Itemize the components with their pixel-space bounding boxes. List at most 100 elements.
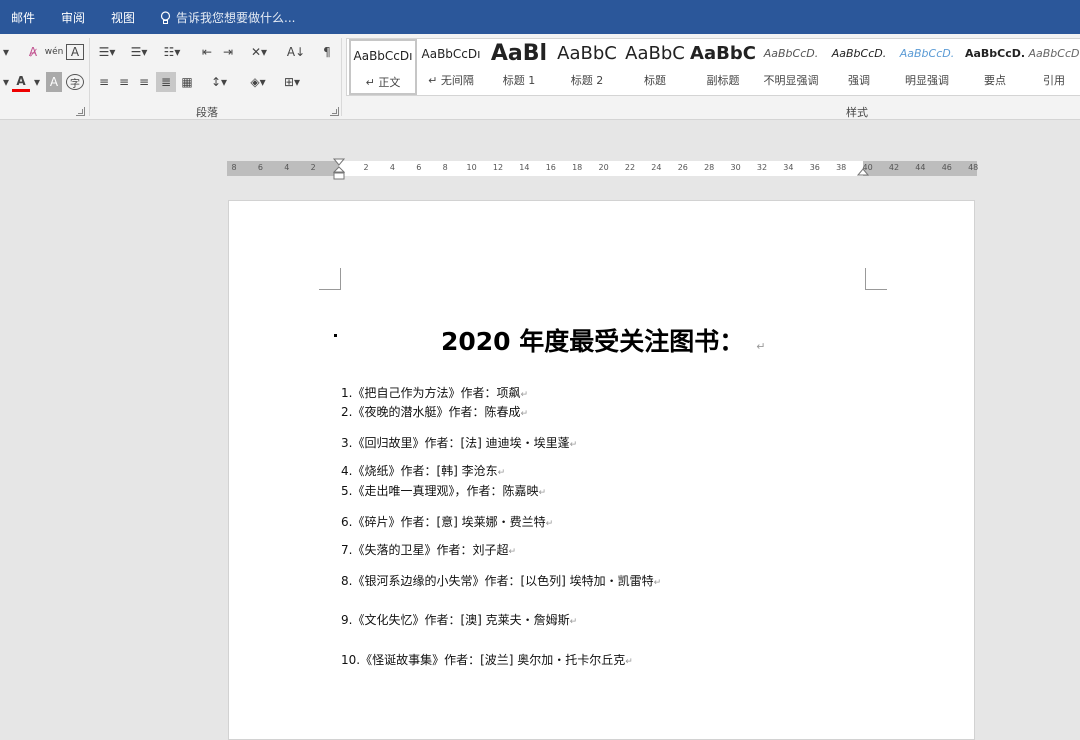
paragraph-format-mark <box>334 334 337 337</box>
list-item[interactable]: 5.《走出唯一真理观》，作者：陈嘉映↵ <box>341 482 546 499</box>
ruler-number: 46 <box>941 163 952 172</box>
style-strong[interactable]: AaBbCcD. 要点 <box>961 39 1029 95</box>
lightbulb-icon <box>160 10 171 24</box>
style-name: 引用 <box>1043 74 1065 87</box>
multilevel-list-icon[interactable]: ☷▾ <box>159 42 185 62</box>
ruler-number: 38 <box>836 163 847 172</box>
ruler-number: 2 <box>363 163 369 172</box>
ruler-number: 18 <box>572 163 583 172</box>
enclose-characters-icon[interactable]: 字 <box>66 74 84 90</box>
shading-icon[interactable]: ◈▾ <box>245 72 271 92</box>
style-sample: AaBbCcD <box>1028 47 1080 60</box>
document-page[interactable]: 2020 年度最受关注图书： ↵ 1.《把自己作为方法》作者：项飙↵ 2.《夜晚的… <box>228 200 975 740</box>
style-name: 不明显强调 <box>763 74 819 87</box>
style-sample: AaBbCcD. <box>899 47 955 60</box>
book-entry: 《碎片》作者：[意] 埃莱娜・费兰特 <box>352 515 546 529</box>
paragraph-mark-icon: ↵ <box>545 519 554 529</box>
bullets-icon[interactable]: ☰▾ <box>95 42 119 62</box>
tab-review[interactable]: 审阅 <box>61 9 85 26</box>
ruler-number: 2 <box>310 163 316 172</box>
style-sample: AaBbCcD. <box>964 47 1026 60</box>
list-item[interactable]: 9.《文化失忆》作者：[澳] 克莱夫・詹姆斯↵ <box>341 611 577 628</box>
ruler-number: 12 <box>492 163 504 172</box>
list-item[interactable]: 8.《银河系边缘的小失常》作者：[以色列] 埃特加・凯雷特↵ <box>341 572 661 589</box>
increase-indent-icon[interactable]: ⇥ <box>219 42 237 62</box>
list-item[interactable]: 10.《怪诞故事集》作者：[波兰] 奥尔加・托卡尔丘克↵ <box>341 651 633 668</box>
list-item[interactable]: 1.《把自己作为方法》作者：项飙↵ <box>341 384 528 401</box>
align-left-icon[interactable]: ≡ <box>95 72 113 92</box>
style-normal[interactable]: AaBbCcDı ↵ 正文 <box>349 39 417 95</box>
style-sample: AaBbC <box>690 43 756 64</box>
list-item[interactable]: 2.《夜晚的潜水艇》作者：陈春成↵ <box>341 403 528 420</box>
style-sample: AaBbCcDı <box>353 49 413 63</box>
list-number: 8. <box>341 574 353 588</box>
justify-icon[interactable]: ≣ <box>156 72 176 92</box>
style-name: 要点 <box>984 74 1006 87</box>
dropdown-arrow-icon[interactable]: ▾ <box>0 42 12 62</box>
style-no-spacing[interactable]: AaBbCcDı ↵ 无间隔 <box>417 39 485 95</box>
style-subtle-emphasis[interactable]: AaBbCcD. 不明显强调 <box>757 39 825 95</box>
style-intense-emphasis[interactable]: AaBbCcD. 明显强调 <box>893 39 961 95</box>
phonetic-guide-icon[interactable]: wén <box>45 42 64 62</box>
clear-formatting-icon[interactable]: A̷ <box>24 42 42 62</box>
character-shading-icon[interactable]: A <box>46 72 62 92</box>
paragraph-mark-icon: ↵ <box>508 547 517 557</box>
horizontal-ruler[interactable]: 8 6 4 2 2 4 6 8 10 12 14 16 18 20 22 24 26 28 30 32 34 36 38 40… <box>227 158 979 180</box>
dropdown-arrow-icon[interactable]: ▾ <box>32 72 42 92</box>
list-number: 10. <box>341 653 361 667</box>
style-sample: AaBbCcD. <box>763 47 819 60</box>
list-number: 4. <box>341 464 353 478</box>
style-title[interactable]: AaBbC 标题 <box>621 39 689 95</box>
align-right-icon[interactable]: ≡ <box>135 72 153 92</box>
right-indent-marker-icon[interactable] <box>857 168 869 178</box>
ruler-number: 48 <box>968 163 979 172</box>
decrease-indent-icon[interactable]: ⇤ <box>198 42 216 62</box>
ruler-number: 4 <box>284 163 290 172</box>
ruler-number: 20 <box>598 163 609 172</box>
ruler-number: 36 <box>809 163 820 172</box>
ruler-number: 16 <box>545 163 556 172</box>
font-color-icon[interactable]: A <box>12 72 30 92</box>
show-hide-marks-icon[interactable]: ¶ <box>318 42 336 62</box>
style-sample: AaBbCcD. <box>831 47 887 60</box>
style-subtitle[interactable]: AaBbC 副标题 <box>689 39 757 95</box>
group-separator <box>341 38 342 116</box>
line-spacing-icon[interactable]: ↕▾ <box>206 72 232 92</box>
align-center-icon[interactable]: ≡ <box>115 72 133 92</box>
list-item[interactable]: 6.《碎片》作者：[意] 埃莱娜・费兰特↵ <box>341 513 553 530</box>
ruler-left-margin <box>227 161 339 176</box>
ruler-number: 42 <box>888 163 900 172</box>
font-dialog-launcher-icon[interactable] <box>76 107 85 116</box>
list-item[interactable]: 4.《烧纸》作者：[韩] 李沧东↵ <box>341 462 505 479</box>
book-entry: 《银河系边缘的小失常》作者：[以色列] 埃特加・凯雷特 <box>352 574 654 588</box>
character-border-icon[interactable]: A <box>66 44 84 60</box>
style-heading-2[interactable]: AaBbC 标题 2 <box>553 39 621 95</box>
document-title[interactable]: 2020 年度最受关注图书： ↵ <box>441 322 766 358</box>
ribbon-tab-bar: 邮件 审阅 视图 告诉我您想要做什么... <box>0 0 1080 34</box>
sort-icon[interactable]: A↓ <box>286 42 306 62</box>
distributed-icon[interactable]: ▦ <box>178 72 196 92</box>
list-number: 2. <box>341 405 353 419</box>
ruler-number: 10 <box>466 163 477 172</box>
style-quote[interactable]: AaBbCcD 引用 <box>1027 39 1080 95</box>
list-item[interactable]: 7.《失落的卫星》作者：刘子超↵ <box>341 541 516 558</box>
numbering-icon[interactable]: ☰▾ <box>127 42 151 62</box>
tab-view[interactable]: 视图 <box>111 9 135 26</box>
ruler-number: 8 <box>442 163 448 172</box>
tab-mailings[interactable]: 邮件 <box>11 9 35 26</box>
chinese-layout-icon[interactable]: ✕▾ <box>246 42 272 62</box>
borders-icon[interactable]: ⊞▾ <box>278 72 306 92</box>
ruler-number: 22 <box>624 163 636 172</box>
tell-me-search[interactable]: 告诉我您想要做什么... <box>160 9 295 26</box>
style-emphasis[interactable]: AaBbCcD. 强调 <box>825 39 893 95</box>
style-name: 标题 1 <box>502 74 536 87</box>
indent-marker-icon[interactable] <box>333 158 345 182</box>
style-sample: AaBbCcDı <box>421 47 481 61</box>
dropdown-arrow-icon[interactable]: ▾ <box>0 72 12 92</box>
list-item[interactable]: 3.《回归故里》作者：[法] 迪迪埃・埃里蓬↵ <box>341 434 577 451</box>
paragraph-dialog-launcher-icon[interactable] <box>330 107 339 116</box>
style-heading-1[interactable]: AaBl 标题 1 <box>485 39 553 95</box>
style-name: 明显强调 <box>905 74 949 87</box>
margin-corner-mark <box>319 268 341 290</box>
ruler-number: 44 <box>915 163 926 172</box>
